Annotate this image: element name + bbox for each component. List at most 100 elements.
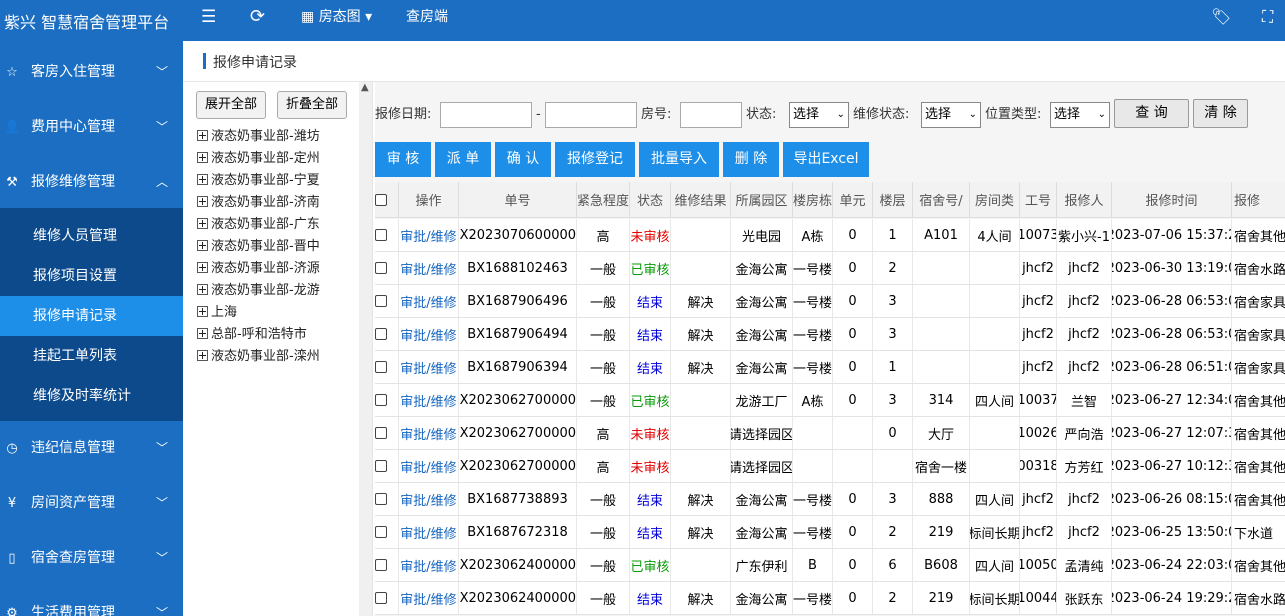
checkbox[interactable] (375, 526, 387, 538)
checkbox[interactable] (375, 394, 387, 406)
approve-repair-link[interactable]: 审批/维修 (399, 516, 459, 548)
checkbox[interactable] (375, 229, 387, 241)
col-floor[interactable]: 楼层 (873, 182, 913, 217)
sidebar-item-repair[interactable]: ⚒ 报修维修管理 ︿ (0, 155, 183, 210)
col-park[interactable]: 所属园区 (731, 182, 793, 217)
row-checkbox[interactable] (375, 549, 399, 581)
repair-status-select[interactable]: 选择 ⌄ (921, 102, 981, 128)
tree-scrollbar[interactable]: ▲ (359, 82, 372, 616)
refresh-icon[interactable]: ⟳ (250, 0, 265, 41)
col-emp-no[interactable]: 工号 (1020, 182, 1057, 217)
col-unit[interactable]: 单元 (833, 182, 873, 217)
sidebar-item-living-fees[interactable]: ⚙ 生活费用管理 ﹀ (0, 586, 183, 616)
sidebar-item-assets[interactable]: ¥ 房间资产管理 ﹀ (0, 476, 183, 531)
checkbox[interactable] (375, 427, 387, 439)
subitem-repair-staff[interactable]: 维修人员管理 (0, 216, 183, 256)
sidebar-item-fees[interactable]: 👤 费用中心管理 ﹀ (0, 100, 183, 155)
query-button[interactable]: 查 询 (1114, 99, 1189, 128)
approve-repair-link[interactable]: 审批/维修 (399, 450, 459, 482)
tree-node[interactable]: 液态奶事业部-龙游 (197, 280, 320, 302)
row-checkbox[interactable] (375, 483, 399, 515)
table-row[interactable]: 审批/维修BX20230627000003一般已审核 龙游工厂A栋03314四人间… (375, 384, 1285, 417)
register-repair-button[interactable]: 报修登记 (555, 142, 635, 177)
export-excel-button[interactable]: 导出Excel (783, 142, 869, 177)
approve-repair-link[interactable]: 审批/维修 (399, 318, 459, 350)
col-reporter[interactable]: 报修人 (1057, 182, 1112, 217)
table-row[interactable]: 审批/维修 BX1687672318 一般 结束 解决 金海公寓 一号楼 0 2 219 标间长期 j… (375, 516, 1285, 549)
tree-node[interactable]: 总部-呼和浩特市 (197, 324, 307, 346)
bulk-import-button[interactable]: 批量导入 (639, 142, 719, 177)
review-button[interactable]: 审 核 (375, 142, 431, 177)
approve-repair-link[interactable]: 审批/维修 (399, 417, 459, 449)
location-type-select[interactable]: 选择 ⌄ (1050, 102, 1110, 128)
checkbox[interactable] (375, 493, 387, 505)
approve-repair-link[interactable]: 审批/维修 (399, 252, 459, 284)
table-row[interactable]: 审批/维修BX20230627000001高未审核 请选择园区 宿舍一楼 00318方… (375, 450, 1285, 483)
subitem-timeliness-stats[interactable]: 维修及时率统计 (0, 376, 183, 416)
col-status[interactable]: 状态 (630, 182, 671, 217)
expand-all-button[interactable]: 展开全部 (196, 91, 267, 119)
tree-node[interactable]: 液态奶事业部-广东 (197, 214, 320, 236)
checkbox[interactable] (375, 559, 387, 571)
col-order-no[interactable]: 单号 (459, 182, 577, 217)
col-report-time[interactable]: 报修时间 (1112, 182, 1232, 217)
tree-node[interactable]: 液态奶事业部-定州 (197, 148, 320, 170)
row-checkbox[interactable] (375, 252, 399, 284)
tree-node[interactable]: 上海 (197, 302, 237, 324)
date-start-input[interactable] (440, 102, 532, 128)
approve-repair-link[interactable]: 审批/维修 (399, 384, 459, 416)
table-row[interactable]: 审批/维修 BX1687906494 一般 结束 解决 金海公寓 一号楼 0 3 jhcf2 jhc… (375, 318, 1285, 351)
col-repair-item[interactable]: 报修 (1232, 182, 1285, 217)
table-row[interactable]: 审批/维修 BX1687906496 一般 结束 解决 金海公寓 一号楼 0 3 jhcf2 jhc… (375, 285, 1285, 318)
approve-repair-link[interactable]: 审批/维修 (399, 285, 459, 317)
tree-node[interactable]: 液态奶事业部-晋中 (197, 236, 320, 258)
row-checkbox[interactable] (375, 417, 399, 449)
tag-icon[interactable]: 🏷 (1211, 0, 1231, 41)
col-dorm-no[interactable]: 宿舍号/ (913, 182, 970, 217)
approve-repair-link[interactable]: 审批/维修 (399, 549, 459, 581)
tree-node[interactable]: 液态奶事业部-滦州 (197, 346, 320, 368)
table-row[interactable]: 审批/维修 BX1687738893 一般 结束 解决 金海公寓 一号楼 0 3 888 四人间 jh… (375, 483, 1285, 516)
checkbox[interactable] (375, 295, 387, 307)
row-checkbox[interactable] (375, 450, 399, 482)
room-map-dropdown[interactable]: ▦ 房态图 ▾ (301, 0, 372, 41)
approve-repair-link[interactable]: 审批/维修 (399, 351, 459, 383)
menu-toggle-icon[interactable]: ☰ (201, 0, 216, 41)
fullscreen-icon[interactable]: ⛶ (1262, 0, 1273, 41)
row-checkbox[interactable] (375, 516, 399, 548)
subitem-repair-records[interactable]: 报修申请记录 (0, 296, 183, 336)
approve-repair-link[interactable]: 审批/维修 (399, 219, 459, 251)
approve-repair-link[interactable]: 审批/维修 (399, 582, 459, 614)
checkbox[interactable] (375, 592, 387, 604)
checkbox[interactable] (375, 328, 387, 340)
table-row[interactable]: 审批/维修 BX1687906394 一般 结束 解决 金海公寓 一号楼 0 1 jhcf2 jhc… (375, 351, 1285, 384)
collapse-all-button[interactable]: 折叠全部 (277, 91, 348, 119)
tree-node[interactable]: 液态奶事业部-宁夏 (197, 170, 320, 192)
col-building[interactable]: 楼房栋 (793, 182, 833, 217)
tree-node[interactable]: 液态奶事业部-济源 (197, 258, 320, 280)
col-result[interactable]: 维修结果 (671, 182, 731, 217)
clear-button[interactable]: 清 除 (1193, 99, 1248, 128)
confirm-button[interactable]: 确 认 (495, 142, 551, 177)
date-end-input[interactable] (545, 102, 637, 128)
col-room-type[interactable]: 房间类 (970, 182, 1020, 217)
inspection-link[interactable]: 查房端 (406, 0, 448, 41)
checkbox[interactable] (375, 262, 387, 274)
row-checkbox[interactable] (375, 219, 399, 251)
checkbox[interactable] (375, 361, 387, 373)
subitem-pending-orders[interactable]: 挂起工单列表 (0, 336, 183, 376)
table-row[interactable]: 审批/维修BX20230624000003一般已审核 广东伊利B06B608四人间… (375, 549, 1285, 582)
table-row[interactable]: 审批/维修BX20230706000001高未审核 光电园A栋01A1014人间1… (375, 219, 1285, 252)
sidebar-item-violations[interactable]: ◷ 违纪信息管理 ﹀ (0, 421, 183, 476)
col-urgency[interactable]: 紧急程度 (577, 182, 630, 217)
row-checkbox[interactable] (375, 351, 399, 383)
checkbox[interactable] (375, 460, 387, 472)
row-checkbox[interactable] (375, 285, 399, 317)
tree-node[interactable]: 液态奶事业部-潍坊 (197, 126, 320, 148)
delete-button[interactable]: 删 除 (723, 142, 779, 177)
select-all-checkbox[interactable] (375, 182, 399, 217)
table-row[interactable]: 审批/维修BX20230624000002一般结束解决金海公寓一号楼02219标… (375, 582, 1285, 615)
table-row[interactable]: 审批/维修 BX1688102463 一般 已审核 金海公寓 一号楼 0 2 jhcf2 jhcf… (375, 252, 1285, 285)
row-checkbox[interactable] (375, 582, 399, 614)
sidebar-item-inspection[interactable]: ▯ 宿舍查房管理 ﹀ (0, 531, 183, 586)
